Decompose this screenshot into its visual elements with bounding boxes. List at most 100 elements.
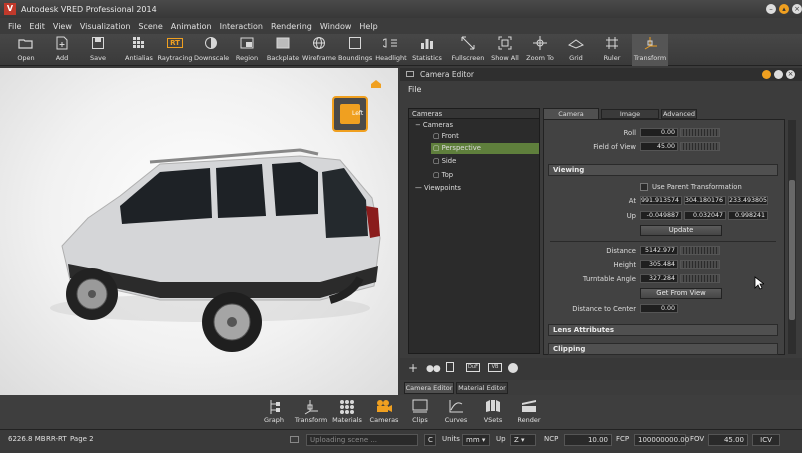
viewpoint-icon[interactable]: VB xyxy=(488,363,502,372)
graph-button[interactable]: Graph xyxy=(262,395,286,429)
downscale-button[interactable]: Downscale xyxy=(194,34,229,66)
menu-scene[interactable]: Scene xyxy=(138,22,162,31)
menu-help[interactable]: Help xyxy=(359,22,377,31)
divider xyxy=(550,241,776,242)
up-x-field[interactable]: -0.049887 xyxy=(640,211,682,220)
menu-animation[interactable]: Animation xyxy=(171,22,212,31)
c-button[interactable]: C xyxy=(424,434,436,446)
antialias-icon xyxy=(130,36,148,50)
panel-float-icon[interactable] xyxy=(774,70,783,79)
scrollbar-thumb[interactable] xyxy=(789,180,795,320)
grid-button[interactable]: Grid xyxy=(562,34,590,66)
update-button[interactable]: Update xyxy=(640,225,722,236)
open-button[interactable]: Open xyxy=(10,34,42,66)
curves-button[interactable]: Curves xyxy=(440,395,472,429)
transform-button[interactable]: Transform xyxy=(632,34,668,66)
height-slider[interactable] xyxy=(680,260,720,269)
ncp-label: NCP xyxy=(544,435,559,443)
panel-undock-icon[interactable] xyxy=(406,71,414,77)
distance-to-center-field[interactable]: 0.00 xyxy=(640,304,678,313)
menu-view[interactable]: View xyxy=(53,22,72,31)
tree-item-perspective[interactable]: ▢ Perspective xyxy=(431,143,539,154)
viewing-section-header[interactable]: Viewing xyxy=(548,164,778,176)
distance-slider[interactable] xyxy=(680,246,720,255)
menu-file[interactable]: File xyxy=(8,22,21,31)
panel-help-icon[interactable] xyxy=(762,70,771,79)
at-z-field[interactable]: 233.493805 xyxy=(728,196,768,205)
render-button[interactable]: Render xyxy=(514,395,544,429)
menu-visualization[interactable]: Visualization xyxy=(80,22,131,31)
close-button[interactable]: × xyxy=(792,4,802,14)
message-icon[interactable] xyxy=(290,436,299,443)
save-icon xyxy=(89,36,107,50)
up-z-field[interactable]: 0.998241 xyxy=(728,211,768,220)
fov-status-field[interactable]: 45.00 xyxy=(708,434,748,446)
tree-item-cameras[interactable]: − Cameras xyxy=(415,121,453,129)
turntable-field[interactable]: 327.284 xyxy=(640,274,678,283)
materials-button[interactable]: Materials xyxy=(330,395,364,429)
transform-module-button[interactable]: Transform xyxy=(294,395,328,429)
roll-field[interactable]: 0.00 xyxy=(640,128,678,137)
wireframe-button[interactable]: Wireframe xyxy=(302,34,336,66)
get-from-view-button[interactable]: Get From View xyxy=(640,288,722,299)
viewcube[interactable]: Left xyxy=(332,96,368,132)
fov-slider[interactable] xyxy=(680,142,720,151)
at-y-field[interactable]: 304.180176 xyxy=(684,196,726,205)
units-select[interactable]: mm ▾ xyxy=(462,434,490,446)
fcp-field[interactable]: 100000000.00 xyxy=(634,434,689,446)
fullscreen-button[interactable]: Fullscreen xyxy=(450,34,486,66)
show-all-button[interactable]: Show All xyxy=(488,34,522,66)
menu-rendering[interactable]: Rendering xyxy=(271,22,312,31)
menu-window[interactable]: Window xyxy=(320,22,352,31)
tab-camera-editor[interactable]: Camera Editor xyxy=(404,382,454,394)
tab-advanced[interactable]: Advanced xyxy=(661,109,697,119)
height-field[interactable]: 305.484 xyxy=(640,260,678,269)
statistics-button[interactable]: Statistics xyxy=(410,34,444,66)
tree-item-front[interactable]: ▢ Front xyxy=(433,132,459,140)
save-button[interactable]: Save xyxy=(82,34,114,66)
vsets-button[interactable]: VSets xyxy=(478,395,508,429)
distance-field[interactable]: 5142.977 xyxy=(640,246,678,255)
fov-field[interactable]: 45.00 xyxy=(640,142,678,151)
antialias-button[interactable]: Antialias xyxy=(122,34,156,66)
minimize-button[interactable]: – xyxy=(766,4,776,14)
clipping-section-header[interactable]: Clipping xyxy=(548,343,778,355)
tab-image-processing[interactable]: Image Processing xyxy=(601,109,659,127)
settings-scrollbar[interactable] xyxy=(788,120,796,354)
ncp-field[interactable]: 10.00 xyxy=(564,434,612,446)
add-camera-icon[interactable]: + xyxy=(408,361,418,375)
icv-button[interactable]: ICV xyxy=(752,434,780,446)
menu-edit[interactable]: Edit xyxy=(29,22,45,31)
tree-item-viewpoints[interactable]: — Viewpoints xyxy=(415,184,461,192)
region-button[interactable]: Region xyxy=(232,34,262,66)
headlight-button[interactable]: Headlight xyxy=(374,34,408,66)
up-y-field[interactable]: 0.032047 xyxy=(684,211,726,220)
ruler-button[interactable]: Ruler xyxy=(598,34,626,66)
maximize-button[interactable]: ▴ xyxy=(779,4,789,14)
add-button[interactable]: Add xyxy=(46,34,78,66)
tab-camera-settings[interactable]: Camera Settings xyxy=(543,108,599,128)
clips-button[interactable]: Clips xyxy=(406,395,434,429)
turntable-slider[interactable] xyxy=(680,274,720,283)
cameras-button[interactable]: Cameras xyxy=(368,395,400,429)
raytracing-button[interactable]: RT Raytracing xyxy=(156,34,194,66)
duplicate-icon[interactable]: DuF xyxy=(466,363,480,372)
sphere-icon[interactable] xyxy=(508,363,518,373)
tab-material-editor[interactable]: Material Editor xyxy=(456,382,508,394)
render-viewport[interactable]: Left xyxy=(0,68,398,395)
zoom-to-button[interactable]: Zoom To xyxy=(524,34,556,66)
panel-close-icon[interactable]: × xyxy=(786,70,795,79)
roll-slider[interactable] xyxy=(680,128,720,137)
menu-interaction[interactable]: Interaction xyxy=(220,22,263,31)
boundings-button[interactable]: Boundings xyxy=(338,34,372,66)
lens-attributes-section-header[interactable]: Lens Attributes xyxy=(548,324,778,336)
tree-item-side[interactable]: ▢ Side xyxy=(433,157,456,165)
use-parent-checkbox[interactable] xyxy=(640,183,648,191)
backplate-button[interactable]: Backplate xyxy=(266,34,300,66)
delete-icon[interactable] xyxy=(446,362,454,372)
up-axis-select[interactable]: Z ▾ xyxy=(510,434,536,446)
tree-item-top[interactable]: ▢ Top xyxy=(433,171,453,179)
group-icon[interactable]: ●● xyxy=(426,364,441,374)
at-x-field[interactable]: 991.913574 xyxy=(640,196,682,205)
camera-editor-file-menu[interactable]: File xyxy=(408,85,421,94)
